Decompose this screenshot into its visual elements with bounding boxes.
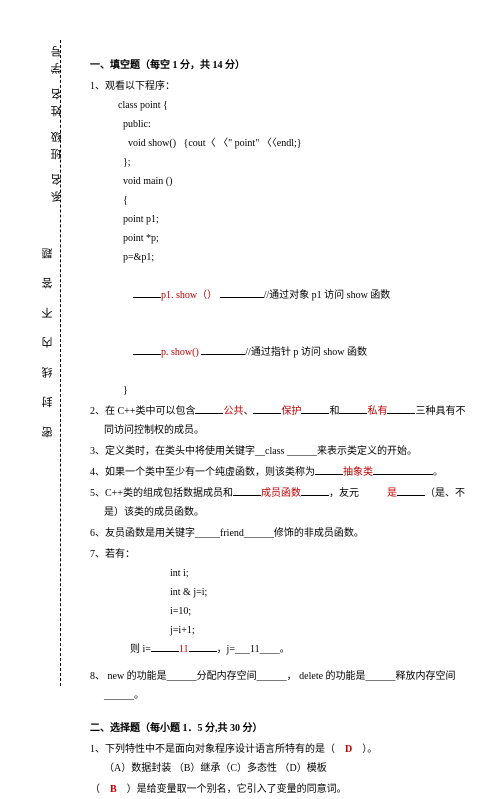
q6: 6、友员函数是用关键字_____friend______修饰的非成员函数。: [90, 524, 472, 543]
section1-header: 一、填空题（每空 1 分，共 14 分）: [90, 56, 472, 75]
q5: 5、C++类的组成包括数据成员和成员函数，友元是（是、不是）该类的成员函数。: [90, 484, 472, 522]
q7-lead: 7、若有：: [90, 545, 472, 564]
code-line: i=10;: [170, 602, 472, 621]
s2-q1-text: 1、下列特性中不是面向对象程序设计语言所特有的是（: [90, 744, 335, 755]
answer: 是: [387, 488, 397, 499]
code-line: void main (): [118, 172, 472, 191]
q2-text: 2、在 C++类中可以包含: [90, 406, 195, 417]
code-line: };: [118, 153, 472, 172]
answer: 11: [179, 644, 189, 655]
answer: 抽象类: [343, 467, 373, 478]
q2: 2、在 C++类中可以包含公共、保护和私有三种具有不同访问控制权的成员。: [90, 402, 472, 440]
answer: D: [345, 744, 352, 755]
answer: p1. show（）: [161, 290, 217, 301]
q7-text: ，j=___11____。: [217, 644, 290, 655]
q8: 8、 new 的功能是______分配内存空间______， delete 的功…: [90, 667, 472, 705]
vertical-sideband: 系名 班级 姓名 学号 密 封 线 内 不 答 题: [42, 40, 72, 686]
answer: B: [110, 784, 117, 795]
answer: 成员函数: [261, 488, 301, 499]
code-line: p=&p1;: [118, 248, 472, 267]
s2-q2-text: （: [90, 784, 100, 795]
code-line: }: [118, 381, 472, 400]
q7-text: 则 i=: [130, 644, 151, 655]
q7-result: 则 i= 11 ，j=___11____。: [130, 640, 472, 659]
sealed-line-text: 密 封 线 内 不 答 题: [40, 240, 56, 438]
answer: p. show(): [161, 347, 199, 358]
code-line: point *p;: [118, 229, 472, 248]
q3: 3、定义类时，在类头中将使用关键字__class ______来表示类定义的开始…: [90, 442, 472, 461]
q4: 4、如果一个类中至少有一个纯虚函数，则该类称为 抽象类 。: [90, 463, 472, 482]
code-line: int & j=i;: [170, 583, 472, 602]
code-comment: //通过对象 p1 访问 show 函数: [264, 290, 391, 301]
code-line: public:: [118, 115, 472, 134]
code-comment: //通过指针 p 访问 show 函数: [245, 347, 367, 358]
page-content: 一、填空题（每空 1 分，共 14 分） 1、观看以下程序： class poi…: [90, 54, 472, 799]
code-line: class point {: [118, 96, 472, 115]
s2-q2: （ B ）是给变量取一个别名，它引入了变量的同意词。: [90, 780, 472, 799]
q4-text: 4、如果一个类中至少有一个纯虚函数，则该类称为: [90, 467, 315, 478]
code-line: {: [118, 191, 472, 210]
code-line-answer: p. show() //通过指针 p 访问 show 函数: [118, 324, 472, 381]
q5-text: 5、C++类的组成包括数据成员和: [90, 488, 233, 499]
q1-code: class point { public: void show() {cout〈…: [118, 96, 472, 400]
q4-text: 。: [433, 467, 443, 478]
q2-text: 、: [243, 406, 253, 417]
vertical-labels: 系名 班级 姓名 学号: [49, 40, 65, 202]
section2-header: 二、选择题（每小题 1．5 分,共 30 分）: [90, 719, 472, 738]
code-line: void show() {cout〈 〈" point" 〈〈endl;}: [118, 134, 472, 153]
q5-text: ，友元: [329, 488, 359, 499]
answer: 保护: [281, 406, 301, 417]
q1-lead: 1、观看以下程序：: [90, 77, 472, 96]
q2-text: 和: [329, 406, 339, 417]
answer: 公共: [223, 406, 243, 417]
s2-q1-options: （A）数据封装 （B）继承（C）多态性 （D）模板: [104, 759, 472, 778]
code-line-answer: p1. show（） //通过对象 p1 访问 show 函数: [118, 267, 472, 324]
answer: 私有: [367, 406, 387, 417]
s2-q2-text: ）是给变量取一个别名，它引入了变量的同意词。: [127, 784, 347, 795]
s2-q1-text: ）。: [362, 744, 377, 755]
code-line: int i;: [170, 564, 472, 583]
code-line: j=i+1;: [170, 621, 472, 640]
q7-code: int i; int & j=i; i=10; j=i+1; 则 i= 11 ，j=…: [130, 564, 472, 659]
code-line: point p1;: [118, 210, 472, 229]
s2-q1: 1、下列特性中不是面向对象程序设计语言所特有的是（ D ）。: [90, 740, 472, 759]
